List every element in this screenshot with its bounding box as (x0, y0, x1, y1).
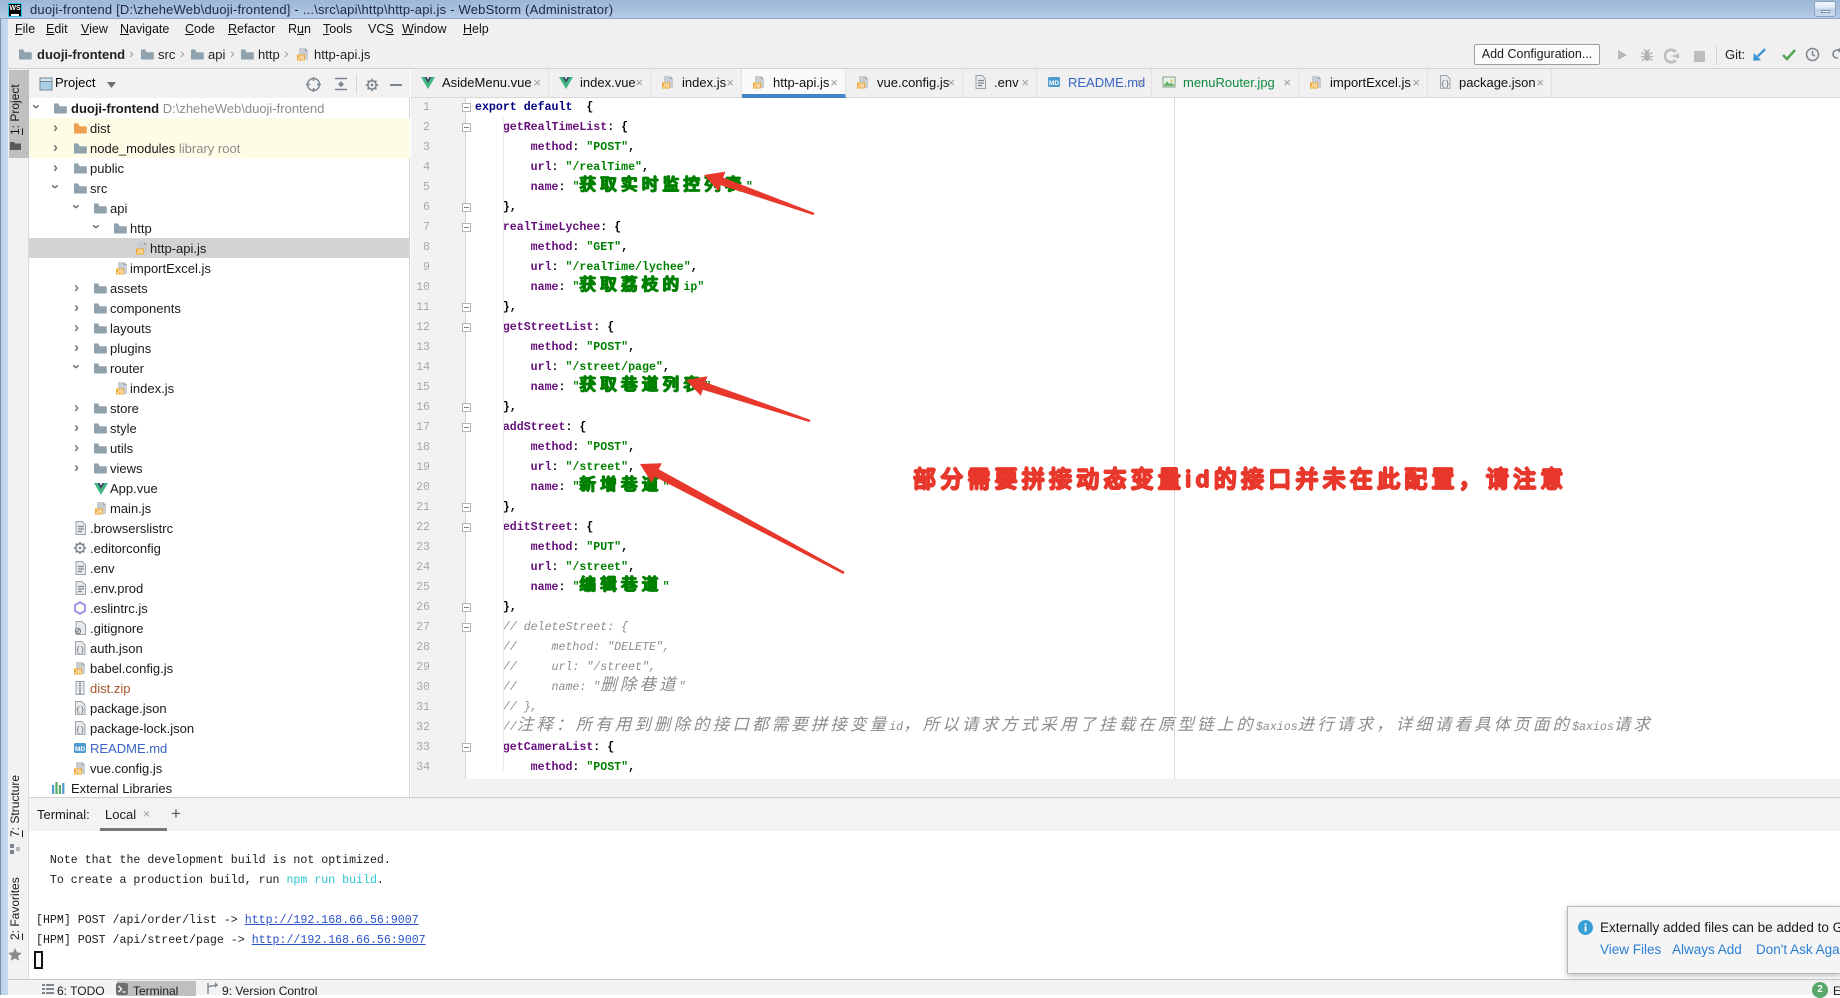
svg-text:JS: JS (96, 510, 103, 515)
svg-text:JS: JS (858, 84, 865, 89)
svg-text:JS: JS (663, 84, 670, 89)
svg-text:{}: {} (1441, 81, 1450, 89)
svg-text:JS: JS (298, 56, 305, 61)
svg-text:JS: JS (137, 250, 144, 255)
svg-text:JS: JS (117, 270, 124, 275)
svg-text:JS: JS (1311, 84, 1318, 89)
svg-text:JS: JS (75, 770, 82, 775)
svg-text:JS: JS (754, 84, 761, 89)
svg-text:JS: JS (75, 670, 82, 675)
svg-text:MD: MD (75, 746, 85, 753)
svg-text:{}: {} (76, 647, 85, 655)
svg-text:{}: {} (76, 707, 85, 715)
svg-text:MD: MD (1049, 80, 1059, 87)
svg-text:JS: JS (117, 390, 124, 395)
svg-text:{}: {} (76, 727, 85, 735)
